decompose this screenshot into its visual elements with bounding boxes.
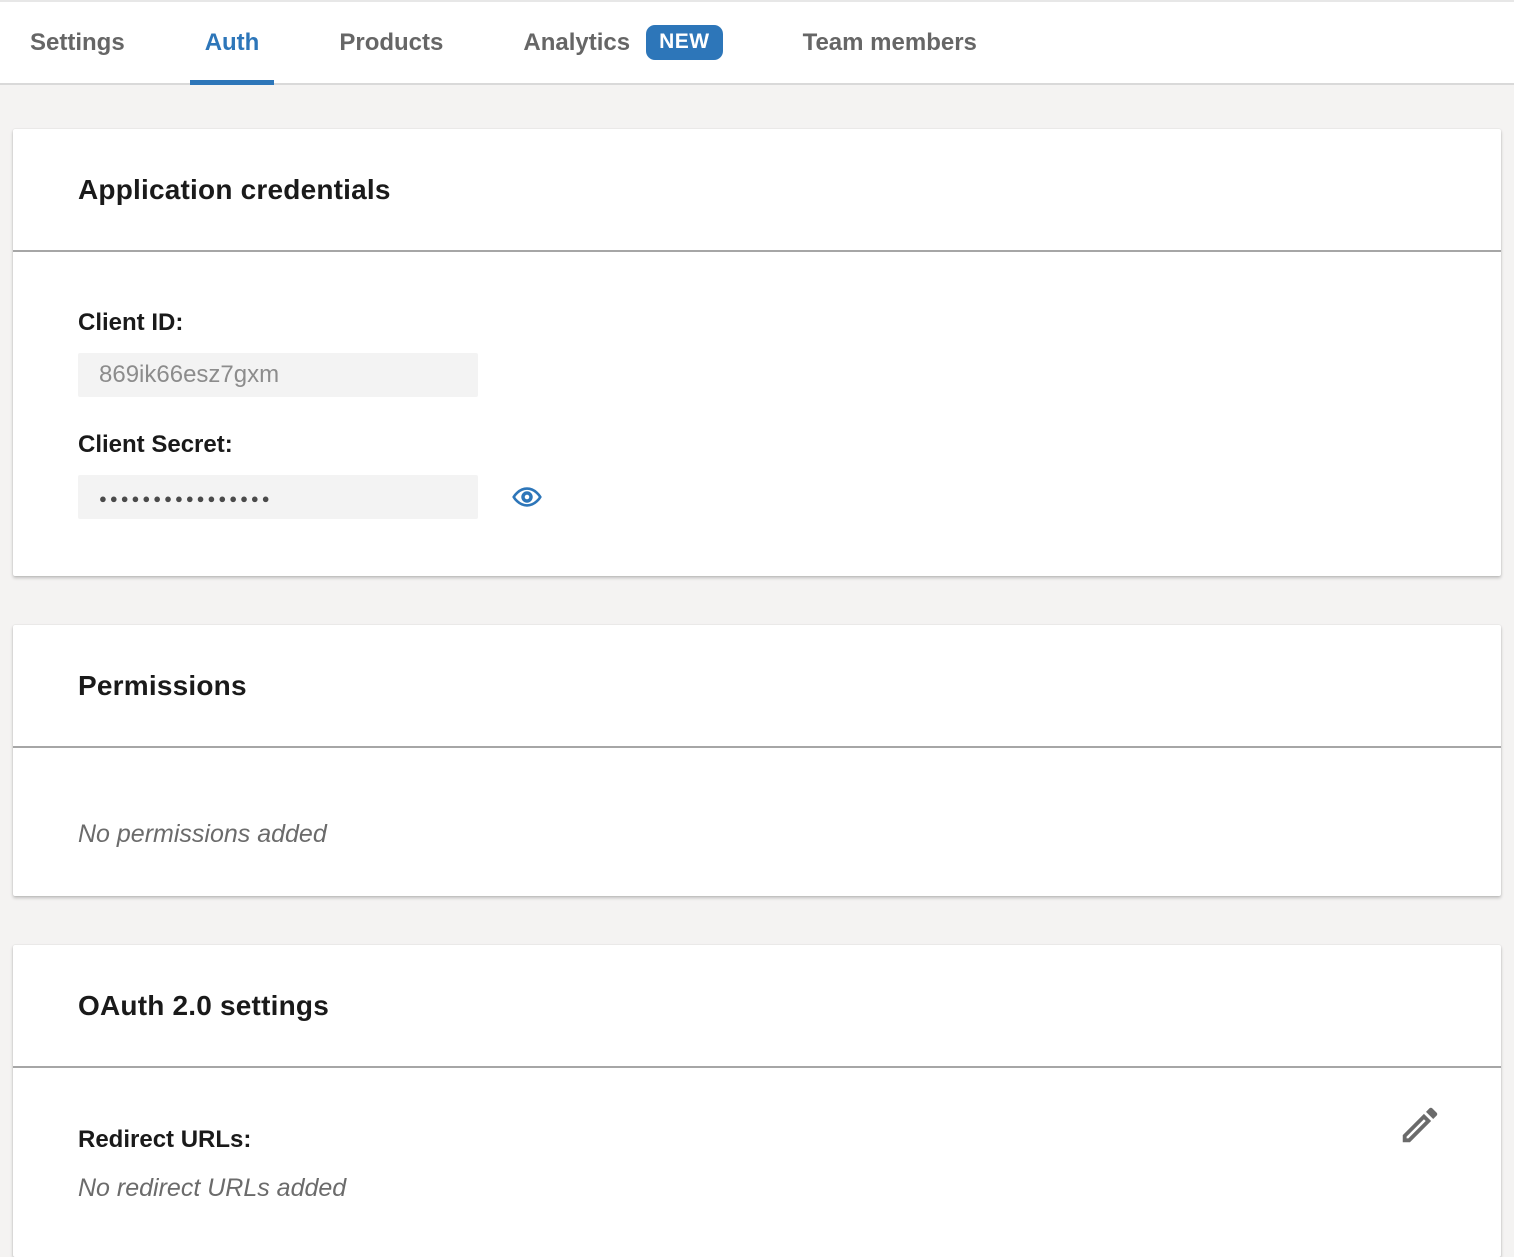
redirect-urls-empty-text: No redirect URLs added xyxy=(78,1174,1436,1203)
tab-products-label: Products xyxy=(339,29,443,57)
eye-icon xyxy=(511,481,543,513)
tab-analytics-label: Analytics xyxy=(523,29,630,57)
client-secret-field[interactable]: ●●●●●●●●●●●●●●●● xyxy=(78,475,478,519)
tab-products[interactable]: Products xyxy=(324,2,458,83)
client-id-field[interactable]: 869ik66esz7gxm xyxy=(78,353,478,397)
tab-settings-label: Settings xyxy=(30,29,125,57)
client-id-value: 869ik66esz7gxm xyxy=(99,361,279,389)
client-secret-label: Client Secret: xyxy=(78,431,1436,459)
application-credentials-title: Application credentials xyxy=(78,174,1436,206)
tab-auth[interactable]: Auth xyxy=(190,2,275,83)
application-credentials-header: Application credentials xyxy=(13,129,1501,250)
permissions-title: Permissions xyxy=(78,670,1436,702)
tab-bar: Settings Auth Products Analytics NEW Tea… xyxy=(0,0,1514,85)
client-secret-row: ●●●●●●●●●●●●●●●● xyxy=(78,459,1436,519)
client-id-label: Client ID: xyxy=(78,309,1436,337)
application-credentials-card: Application credentials Client ID: 869ik… xyxy=(13,129,1501,576)
new-badge: NEW xyxy=(646,25,723,60)
tab-team-members-label: Team members xyxy=(803,29,977,57)
edit-redirect-urls-button[interactable] xyxy=(1397,1102,1443,1148)
client-secret-masked-value: ●●●●●●●●●●●●●●●● xyxy=(99,489,273,506)
permissions-empty-text: No permissions added xyxy=(78,820,1436,849)
oauth-settings-card: OAuth 2.0 settings Redirect URLs: No red… xyxy=(13,945,1501,1257)
tab-settings[interactable]: Settings xyxy=(15,2,140,83)
oauth-settings-body: Redirect URLs: No redirect URLs added xyxy=(13,1066,1501,1257)
oauth-settings-header: OAuth 2.0 settings xyxy=(13,945,1501,1066)
permissions-body: No permissions added xyxy=(13,746,1501,896)
tab-analytics[interactable]: Analytics NEW xyxy=(508,2,737,83)
auth-tab-content: Application credentials Client ID: 869ik… xyxy=(0,85,1514,1257)
permissions-card: Permissions No permissions added xyxy=(13,625,1501,896)
permissions-header: Permissions xyxy=(13,625,1501,746)
application-credentials-body: Client ID: 869ik66esz7gxm Client Secret:… xyxy=(13,250,1501,576)
tab-auth-label: Auth xyxy=(205,29,260,57)
reveal-secret-button[interactable] xyxy=(511,481,543,513)
tab-team-members[interactable]: Team members xyxy=(788,2,992,83)
pencil-icon xyxy=(1397,1102,1443,1148)
oauth-settings-title: OAuth 2.0 settings xyxy=(78,990,1436,1022)
redirect-urls-label: Redirect URLs: xyxy=(78,1126,1436,1154)
